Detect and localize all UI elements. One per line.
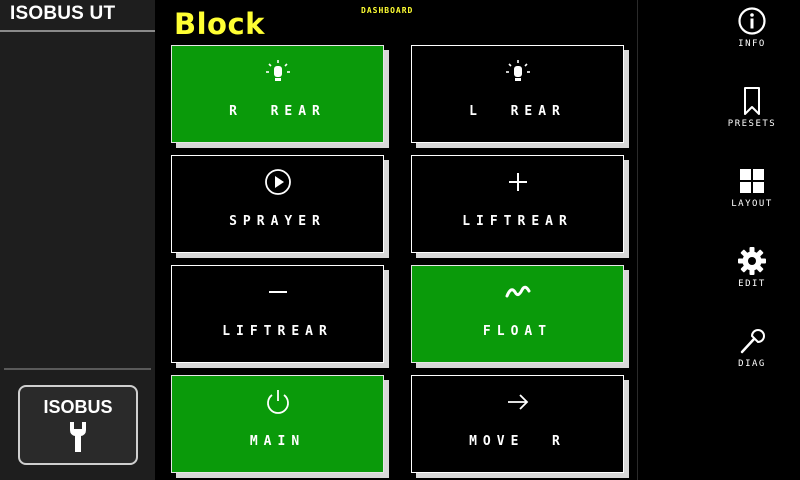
tile-r-rear[interactable]: R REAR (171, 45, 384, 143)
tile-move-r[interactable]: MOVE R (411, 375, 624, 473)
minus-icon (264, 278, 292, 306)
divider (4, 368, 151, 370)
wrench-icon (736, 325, 768, 357)
power-icon (264, 388, 292, 416)
tile-liftrear-up[interactable]: LIFTREAR (411, 155, 624, 253)
tile-label: SPRAYER (229, 214, 326, 229)
layout-label: LAYOUT (731, 199, 773, 209)
isobus-button-label: ISOBUS (43, 397, 113, 417)
info-icon (736, 5, 768, 37)
tile-label: MOVE R (469, 434, 566, 449)
edit-label: EDIT (738, 279, 766, 289)
app-title: ISOBUS UT (10, 3, 116, 24)
page-title: Block (174, 7, 265, 41)
tile-label: MAIN (249, 434, 306, 449)
info-label: INFO (738, 39, 766, 49)
wave-icon (504, 278, 532, 306)
play-circle-icon (264, 168, 292, 196)
edit-button[interactable]: EDIT (712, 245, 792, 305)
tile-main[interactable]: MAIN (171, 375, 384, 473)
diag-label: DIAG (738, 359, 766, 369)
divider (637, 0, 638, 480)
presets-button[interactable]: PRESETS (712, 85, 792, 145)
wrench-icon (67, 420, 89, 458)
plus-icon (504, 168, 532, 196)
layout-button[interactable]: LAYOUT (712, 165, 792, 225)
info-button[interactable]: INFO (712, 5, 792, 65)
lightbulb-icon (504, 58, 532, 86)
divider (0, 30, 155, 32)
bookmark-icon (736, 85, 768, 117)
tile-label: FLOAT (482, 324, 553, 339)
left-panel: ISOBUS UT ISOBUS (0, 0, 155, 480)
grid-icon (736, 165, 768, 197)
tile-label: L REAR (469, 104, 566, 119)
tile-l-rear[interactable]: L REAR (411, 45, 624, 143)
arrow-right-icon (504, 388, 532, 416)
gear-icon (736, 245, 768, 277)
isobus-button[interactable]: ISOBUS (18, 385, 138, 465)
diag-button[interactable]: DIAG (712, 325, 792, 385)
dashboard-label: DASHBOARD (361, 6, 414, 15)
tile-label: LIFTREAR (462, 214, 573, 229)
tile-label: R REAR (229, 104, 326, 119)
lightbulb-icon (264, 58, 292, 86)
tile-sprayer[interactable]: SPRAYER (171, 155, 384, 253)
tile-float[interactable]: FLOAT (411, 265, 624, 363)
presets-label: PRESETS (727, 119, 777, 129)
tile-label: LIFTREAR (222, 324, 333, 339)
tile-liftrear-down[interactable]: LIFTREAR (171, 265, 384, 363)
